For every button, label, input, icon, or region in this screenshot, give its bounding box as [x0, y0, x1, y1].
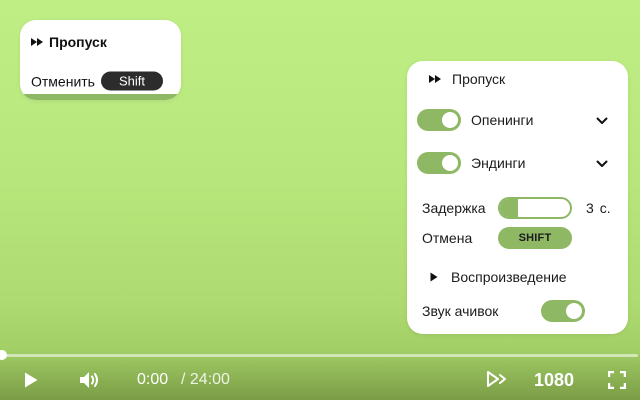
chevron-down-icon[interactable]	[596, 112, 608, 128]
openings-row[interactable]: Опенинги	[407, 109, 628, 131]
play-button[interactable]	[20, 369, 42, 391]
cancel-row: Отмена SHIFT	[407, 227, 628, 249]
skip-toast-cancel-label: Отменить	[31, 73, 95, 89]
endings-label: Эндинги	[471, 155, 526, 171]
delay-unit: с.	[599, 200, 611, 216]
endings-row[interactable]: Эндинги	[407, 152, 628, 174]
play-icon	[430, 272, 438, 282]
volume-button[interactable]	[77, 368, 103, 392]
chevron-down-icon[interactable]	[596, 155, 608, 171]
delay-value: 3	[586, 200, 594, 216]
seek-bar[interactable]	[2, 354, 638, 357]
endings-toggle[interactable]	[417, 152, 461, 174]
playback-header: Воспроизведение	[407, 268, 628, 286]
skip-toast: Пропуск Отменить Shift	[20, 20, 181, 100]
achievement-sound-row: Звук ачивок	[407, 300, 628, 322]
achievement-sound-toggle[interactable]	[541, 300, 585, 322]
openings-toggle[interactable]	[417, 109, 461, 131]
play-icon	[23, 371, 39, 389]
skip-forward-icon	[428, 74, 442, 84]
openings-label: Опенинги	[471, 112, 534, 128]
delay-slider-fill	[500, 199, 518, 217]
total-time: / 24:00	[181, 371, 230, 388]
skip-toast-cancel-row: Отменить Shift	[31, 71, 163, 91]
delay-row: Задержка 3 с.	[407, 197, 628, 219]
skip-toast-title: Пропуск	[30, 34, 107, 50]
quality-button[interactable]: 1080	[534, 370, 574, 391]
delay-slider[interactable]	[498, 197, 572, 219]
autoplay-button[interactable]	[484, 367, 508, 391]
cancel-label: Отмена	[422, 230, 473, 246]
skip-toast-progress	[20, 94, 181, 100]
panel-skip-header: Пропуск	[407, 70, 628, 88]
skip-toast-title-label: Пропуск	[49, 34, 107, 50]
skip-forward-icon	[30, 37, 44, 47]
autoplay-icon	[485, 369, 507, 389]
achievement-sound-label: Звук ачивок	[422, 303, 499, 319]
skip-settings-panel: Пропуск Опенинги Эндинги Задержка 3 с. О…	[407, 61, 628, 334]
playback-header-label: Воспроизведение	[451, 269, 567, 285]
fullscreen-button[interactable]	[606, 369, 628, 391]
volume-icon	[78, 369, 102, 391]
fullscreen-icon	[608, 371, 626, 389]
video-player[interactable]: Пропуск Отменить Shift Пропуск Опенинги …	[0, 0, 640, 400]
panel-skip-header-label: Пропуск	[452, 71, 506, 87]
skip-toast-cancel-button[interactable]: Shift	[100, 71, 163, 91]
current-time: 0:00	[137, 371, 169, 388]
delay-label: Задержка	[422, 200, 486, 216]
cancel-key-button[interactable]: SHIFT	[498, 227, 572, 249]
